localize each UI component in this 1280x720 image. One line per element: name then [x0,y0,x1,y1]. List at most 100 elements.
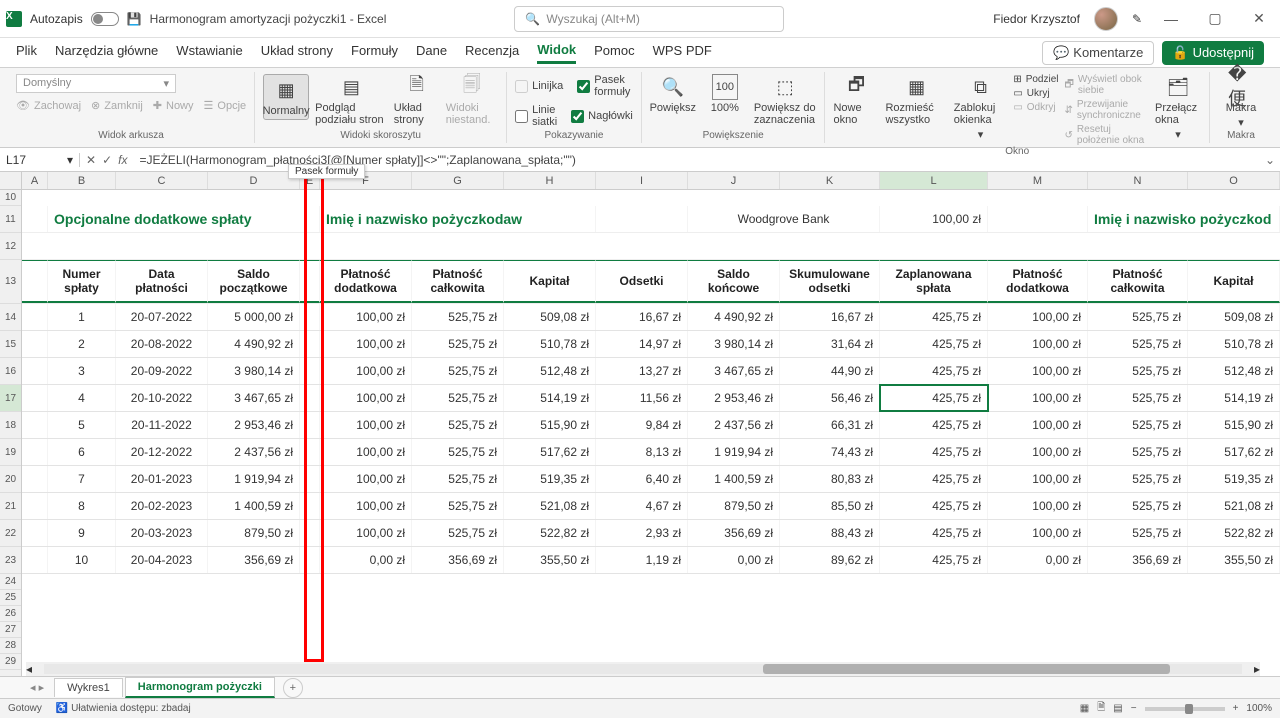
cell[interactable]: 522,82 zł [1188,520,1280,546]
cell[interactable] [22,260,48,303]
cell[interactable] [22,466,48,492]
cell[interactable]: 512,48 zł [504,358,596,384]
row-header[interactable]: 13 [0,260,21,304]
cell[interactable]: 525,75 zł [412,520,504,546]
cell[interactable]: Opcjonalne dodatkowe spłaty [48,206,320,232]
cell[interactable]: 89,62 zł [780,547,880,573]
cell[interactable]: Płatność dodatkowa [988,260,1088,303]
col-header-C[interactable]: C [116,172,208,189]
tab-view[interactable]: Widok [537,42,576,64]
cell[interactable]: 512,48 zł [1188,358,1280,384]
macros-button[interactable]: �便Makra▾ [1218,74,1264,129]
cell[interactable]: 356,69 zł [688,520,780,546]
add-sheet-button[interactable]: + [283,678,303,698]
cell[interactable]: 100,00 zł [880,206,988,232]
cell[interactable]: 88,43 zł [780,520,880,546]
scroll-right-icon[interactable]: ▸ [1254,662,1260,676]
zoom-out-icon[interactable]: − [1131,703,1137,714]
cell[interactable]: 425,75 zł [880,520,988,546]
cell[interactable]: 7 [48,466,116,492]
cell[interactable]: 4 [48,385,116,411]
col-header-L[interactable]: L [880,172,988,189]
cell[interactable]: 521,08 zł [504,493,596,519]
cell[interactable]: 10 [48,547,116,573]
cell[interactable]: 100,00 zł [320,493,412,519]
split-button[interactable]: ⊞ Podziel [1013,74,1058,85]
cell[interactable]: 525,75 zł [412,493,504,519]
cell[interactable]: 16,67 zł [596,304,688,330]
pagelayout-button[interactable]: 🗎Układ strony [394,74,440,126]
switchwin-button[interactable]: 🗂Przełącz okna▾ [1155,74,1201,141]
cell[interactable]: 1 919,94 zł [688,439,780,465]
cell[interactable]: 20-01-2023 [116,466,208,492]
user-name[interactable]: Fiedor Krzysztof [993,12,1080,26]
cell[interactable] [22,385,48,411]
cell[interactable]: 525,75 zł [412,439,504,465]
headings-checkbox[interactable]: Nagłówki [571,104,633,128]
cell[interactable]: 425,75 zł [880,493,988,519]
cell[interactable]: 56,46 zł [780,385,880,411]
col-header-D[interactable]: D [208,172,300,189]
row-header[interactable]: 25 [0,590,21,606]
cell[interactable] [300,260,320,303]
row-header[interactable]: 18 [0,412,21,439]
cell[interactable]: 515,90 zł [504,412,596,438]
view-normal-icon[interactable]: ▦ [1080,703,1089,714]
maximize-button[interactable]: ▢ [1200,10,1230,27]
cell[interactable]: 356,69 zł [412,547,504,573]
cell[interactable]: Numer spłaty [48,260,116,303]
cell[interactable]: Imię i nazwisko pożyczkod [1088,206,1280,232]
cell[interactable]: 517,62 zł [1188,439,1280,465]
row-header[interactable]: 21 [0,493,21,520]
row-header[interactable]: 16 [0,358,21,385]
cell[interactable]: 2 [48,331,116,357]
row-header[interactable]: 29 [0,654,21,670]
cell[interactable] [22,331,48,357]
cell[interactable]: 2 953,46 zł [208,412,300,438]
cell[interactable] [300,304,320,330]
cell[interactable]: 100,00 zł [320,304,412,330]
tab-help[interactable]: Pomoc [594,43,634,62]
cell[interactable] [22,493,48,519]
row-header[interactable]: 14 [0,304,21,331]
cell[interactable]: 44,90 zł [780,358,880,384]
freeze-button[interactable]: ⧉Zablokuj okienka▾ [954,74,1008,141]
col-header-M[interactable]: M [988,172,1088,189]
cell[interactable]: 425,75 zł [880,547,988,573]
cell[interactable]: 100,00 zł [988,439,1088,465]
cell[interactable]: 514,19 zł [1188,385,1280,411]
cell[interactable]: 100,00 zł [320,412,412,438]
cell[interactable]: 525,75 zł [412,331,504,357]
cell[interactable]: 8,13 zł [596,439,688,465]
cell[interactable]: 20-02-2023 [116,493,208,519]
cell[interactable]: 525,75 zł [1088,412,1188,438]
cell[interactable]: 100,00 zł [988,358,1088,384]
zoom-level[interactable]: 100% [1246,703,1272,714]
cell[interactable]: 100,00 zł [320,358,412,384]
user-avatar[interactable] [1094,7,1118,31]
cell[interactable] [22,358,48,384]
share-button[interactable]: 🔓 Udostępnij [1162,41,1264,65]
zoom-button[interactable]: 🔍Powiększ [650,74,696,114]
cell[interactable]: 13,27 zł [596,358,688,384]
cell[interactable]: 2 437,56 zł [688,412,780,438]
cell[interactable]: 8 [48,493,116,519]
cell[interactable]: 6,40 zł [596,466,688,492]
horizontal-scrollbar[interactable]: ◂ ▸ [26,662,1260,676]
cell[interactable] [300,466,320,492]
cell[interactable]: 80,83 zł [780,466,880,492]
cell[interactable] [300,547,320,573]
cell[interactable]: 20-04-2023 [116,547,208,573]
col-header-I[interactable]: I [596,172,688,189]
cell[interactable]: 100,00 zł [320,520,412,546]
cell[interactable]: Płatność całkowita [1088,260,1188,303]
cell[interactable]: 1 400,59 zł [688,466,780,492]
col-header-A[interactable]: A [22,172,48,189]
col-header-G[interactable]: G [412,172,504,189]
cell[interactable]: 1 400,59 zł [208,493,300,519]
cell[interactable]: 356,69 zł [1088,547,1188,573]
cell[interactable] [300,385,320,411]
cell[interactable]: 879,50 zł [688,493,780,519]
row-header[interactable]: 20 [0,466,21,493]
select-all-corner[interactable] [0,172,22,189]
